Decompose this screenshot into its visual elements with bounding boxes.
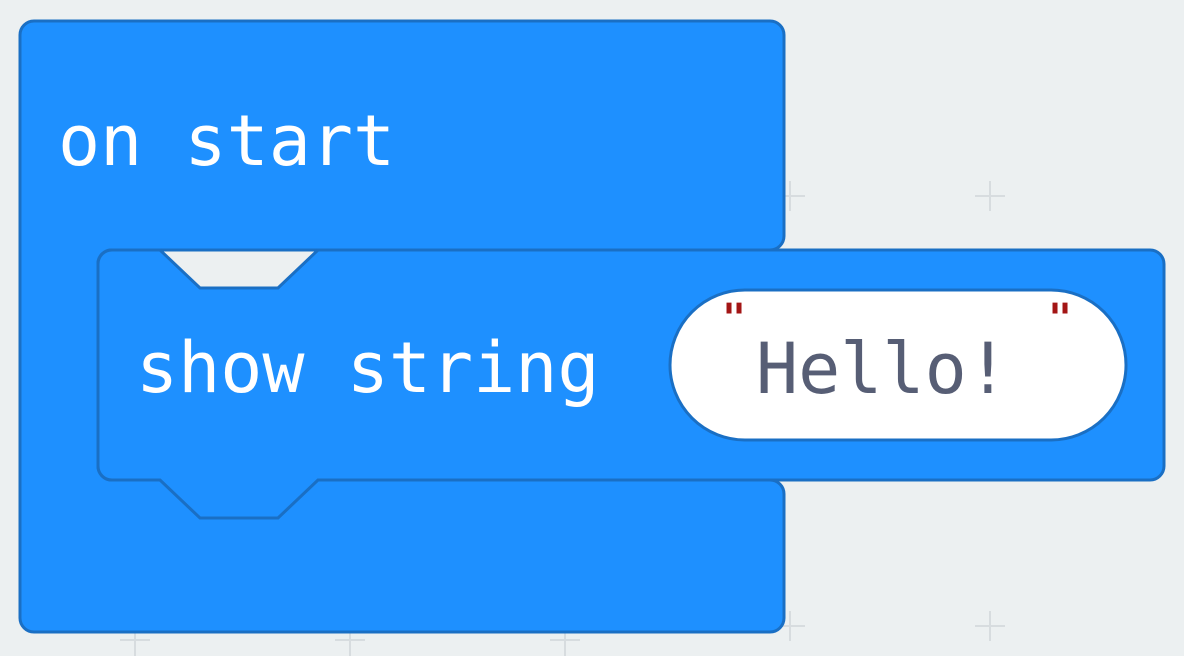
- on-start-label: on start: [58, 100, 395, 182]
- string-input-value[interactable]: Hello!: [756, 328, 1009, 410]
- blocks-workspace[interactable]: on start show string " Hello! ": [0, 0, 1184, 656]
- show-string-label: show string: [136, 327, 600, 409]
- string-open-quote: ": [722, 296, 746, 342]
- blocks-canvas: on start show string " Hello! ": [18, 19, 1166, 656]
- show-string-block[interactable]: show string " Hello! ": [96, 248, 1166, 520]
- string-input[interactable]: " Hello! ": [668, 288, 1128, 442]
- string-close-quote: ": [1048, 296, 1072, 342]
